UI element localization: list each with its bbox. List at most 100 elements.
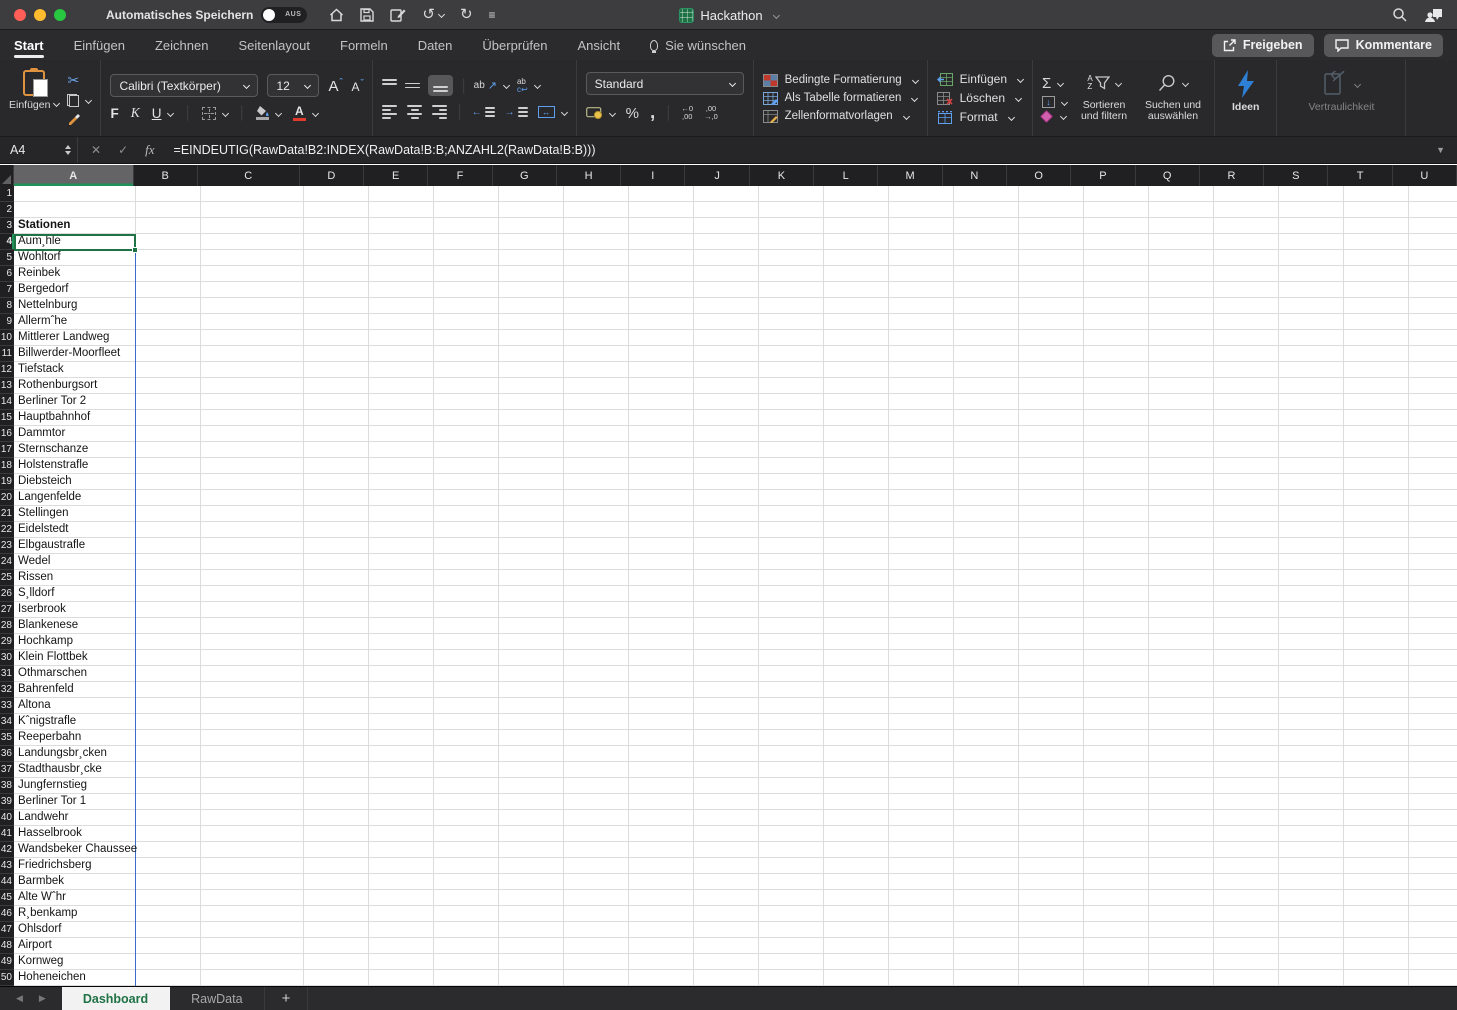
format-cells-button[interactable]: Format xyxy=(937,110,1023,124)
cell-A11[interactable]: Billwerder-Moorfleet xyxy=(18,346,120,362)
cell-A34[interactable]: Kˆnigstrafle xyxy=(18,714,76,730)
row-header-26[interactable]: 26 xyxy=(0,586,14,602)
column-header-B[interactable]: B xyxy=(133,165,198,186)
row-header-3[interactable]: 3 xyxy=(0,218,14,234)
cell-A37[interactable]: Stadthausbr¸cke xyxy=(18,762,102,778)
cell-A18[interactable]: Holstenstrafle xyxy=(18,458,88,474)
accounting-format-button[interactable] xyxy=(585,107,616,119)
row-header-4[interactable]: 4 xyxy=(0,234,14,250)
paste-button[interactable]: Einfügen xyxy=(9,66,61,130)
decrease-decimal-button[interactable]: ,00 →,0 xyxy=(704,105,718,121)
cell-A21[interactable]: Stellingen xyxy=(18,506,69,522)
name-box-stepper[interactable] xyxy=(65,145,71,155)
document-title[interactable]: Hackathon xyxy=(678,0,780,30)
cell-A33[interactable]: Altona xyxy=(18,698,51,714)
ideas-button[interactable]: Ideen xyxy=(1224,66,1267,130)
increase-indent-button[interactable]: → xyxy=(505,107,528,118)
tab-zeichnen[interactable]: Zeichnen xyxy=(155,30,208,60)
cell-styles-button[interactable]: Zellenformatvorlagen xyxy=(762,109,918,123)
align-bottom-button-selected[interactable] xyxy=(428,75,454,96)
cell-A8[interactable]: Nettelnburg xyxy=(18,298,77,314)
formula-bar-expand-icon[interactable]: ▼ xyxy=(1424,145,1457,155)
cell-A45[interactable]: Alte Wˆhr xyxy=(18,890,66,906)
row-header-37[interactable]: 37 xyxy=(0,762,14,778)
cell-A24[interactable]: Wedel xyxy=(18,554,50,570)
edit-icon[interactable] xyxy=(390,8,406,22)
column-header-U[interactable]: U xyxy=(1392,165,1457,186)
font-size-select[interactable]: 12 xyxy=(267,74,320,97)
cell-A19[interactable]: Diebsteich xyxy=(18,474,72,490)
cells-area[interactable]: Stationen Aum¸hle Wohltorf Reinbek Bergedorf… xyxy=(14,186,1457,986)
row-header-6[interactable]: 6 xyxy=(0,266,14,282)
row-header-23[interactable]: 23 xyxy=(0,538,14,554)
cell-A46[interactable]: R¸benkamp xyxy=(18,906,77,922)
column-header-R[interactable]: R xyxy=(1199,165,1265,186)
cell-A23[interactable]: Elbgaustrafle xyxy=(18,538,85,554)
row-header-34[interactable]: 34 xyxy=(0,714,14,730)
cell-A50[interactable]: Hoheneichen xyxy=(18,970,86,986)
row-header-13[interactable]: 13 xyxy=(0,378,14,394)
cell-A49[interactable]: Kornweg xyxy=(18,954,63,970)
row-header-5[interactable]: 5 xyxy=(0,250,14,266)
sort-filter-dropdown-icon[interactable] xyxy=(1114,79,1122,87)
column-header-K[interactable]: K xyxy=(749,165,815,186)
decrease-font-size-button[interactable]: Aˇ xyxy=(351,78,363,94)
row-header-30[interactable]: 30 xyxy=(0,650,14,666)
cell-A32[interactable]: Bahrenfeld xyxy=(18,682,74,698)
italic-button[interactable]: K xyxy=(131,105,140,121)
cell-A40[interactable]: Landwehr xyxy=(18,810,69,826)
font-name-select[interactable]: Calibri (Textkörper) xyxy=(110,74,259,97)
row-header-33[interactable]: 33 xyxy=(0,698,14,714)
column-header-J[interactable]: J xyxy=(685,165,750,186)
cell-A5[interactable]: Wohltorf xyxy=(18,250,61,266)
cell-A35[interactable]: Reeperbahn xyxy=(18,730,81,746)
save-icon[interactable] xyxy=(360,7,375,22)
column-header-N[interactable]: N xyxy=(942,165,1007,186)
select-all-corner[interactable] xyxy=(0,165,14,186)
tab-formeln[interactable]: Formeln xyxy=(340,30,388,60)
sort-filter-button[interactable]: AZ Sortieren und filtern xyxy=(1075,66,1133,130)
row-header-41[interactable]: 41 xyxy=(0,826,14,842)
comma-style-button[interactable]: , xyxy=(650,102,655,124)
column-header-S[interactable]: S xyxy=(1264,165,1329,186)
align-right-icon[interactable] xyxy=(432,105,448,119)
format-as-table-button[interactable]: Als Tabelle formatieren xyxy=(762,91,919,105)
row-header-43[interactable]: 43 xyxy=(0,858,14,874)
tab-start[interactable]: Start xyxy=(14,30,44,60)
row-header-45[interactable]: 45 xyxy=(0,890,14,906)
tab-seitenlayout[interactable]: Seitenlayout xyxy=(238,30,310,60)
fill-color-dropdown-icon[interactable] xyxy=(274,109,282,117)
share-contact-icon[interactable] xyxy=(1425,7,1443,22)
column-header-Q[interactable]: Q xyxy=(1135,165,1200,186)
cell-A39[interactable]: Berliner Tor 1 xyxy=(18,794,86,810)
row-header-14[interactable]: 14 xyxy=(0,394,14,410)
cell-A20[interactable]: Langenfelde xyxy=(18,490,81,506)
row-header-49[interactable]: 49 xyxy=(0,954,14,970)
formula-input[interactable]: =EINDEUTIG(RawData!B2:INDEX(RawData!B:B;… xyxy=(168,143,1425,157)
undo-dropdown-icon[interactable] xyxy=(437,10,445,19)
copy-button[interactable] xyxy=(67,93,93,107)
bold-button[interactable]: F xyxy=(110,106,118,121)
wrap-text-dropdown-icon[interactable] xyxy=(533,81,541,90)
row-header-20[interactable]: 20 xyxy=(0,490,14,506)
row-header-28[interactable]: 28 xyxy=(0,618,14,634)
find-select-button[interactable]: Suchen und auswählen xyxy=(1141,66,1205,130)
autosum-button[interactable]: Σ xyxy=(1042,75,1067,92)
column-header-I[interactable]: I xyxy=(621,165,686,186)
autosum-dropdown-icon[interactable] xyxy=(1057,79,1065,88)
minimize-window-button[interactable] xyxy=(34,8,46,21)
column-header-L[interactable]: L xyxy=(814,165,879,186)
insert-function-icon[interactable]: fx xyxy=(145,142,154,158)
next-sheet-icon[interactable]: ▶ xyxy=(39,993,46,1004)
row-header-24[interactable]: 24 xyxy=(0,554,14,570)
cell-A31[interactable]: Othmarschen xyxy=(18,666,87,682)
row-header-10[interactable]: 10 xyxy=(0,330,14,346)
borders-button[interactable] xyxy=(201,106,229,120)
number-format-select[interactable]: Standard xyxy=(585,72,744,95)
row-header-25[interactable]: 25 xyxy=(0,570,14,586)
row-header-1[interactable]: 1 xyxy=(0,186,14,202)
tab-ansicht[interactable]: Ansicht xyxy=(577,30,620,60)
cell-A14[interactable]: Berliner Tor 2 xyxy=(18,394,86,410)
row-header-15[interactable]: 15 xyxy=(0,410,14,426)
confirm-entry-icon[interactable]: ✓ xyxy=(118,143,128,157)
